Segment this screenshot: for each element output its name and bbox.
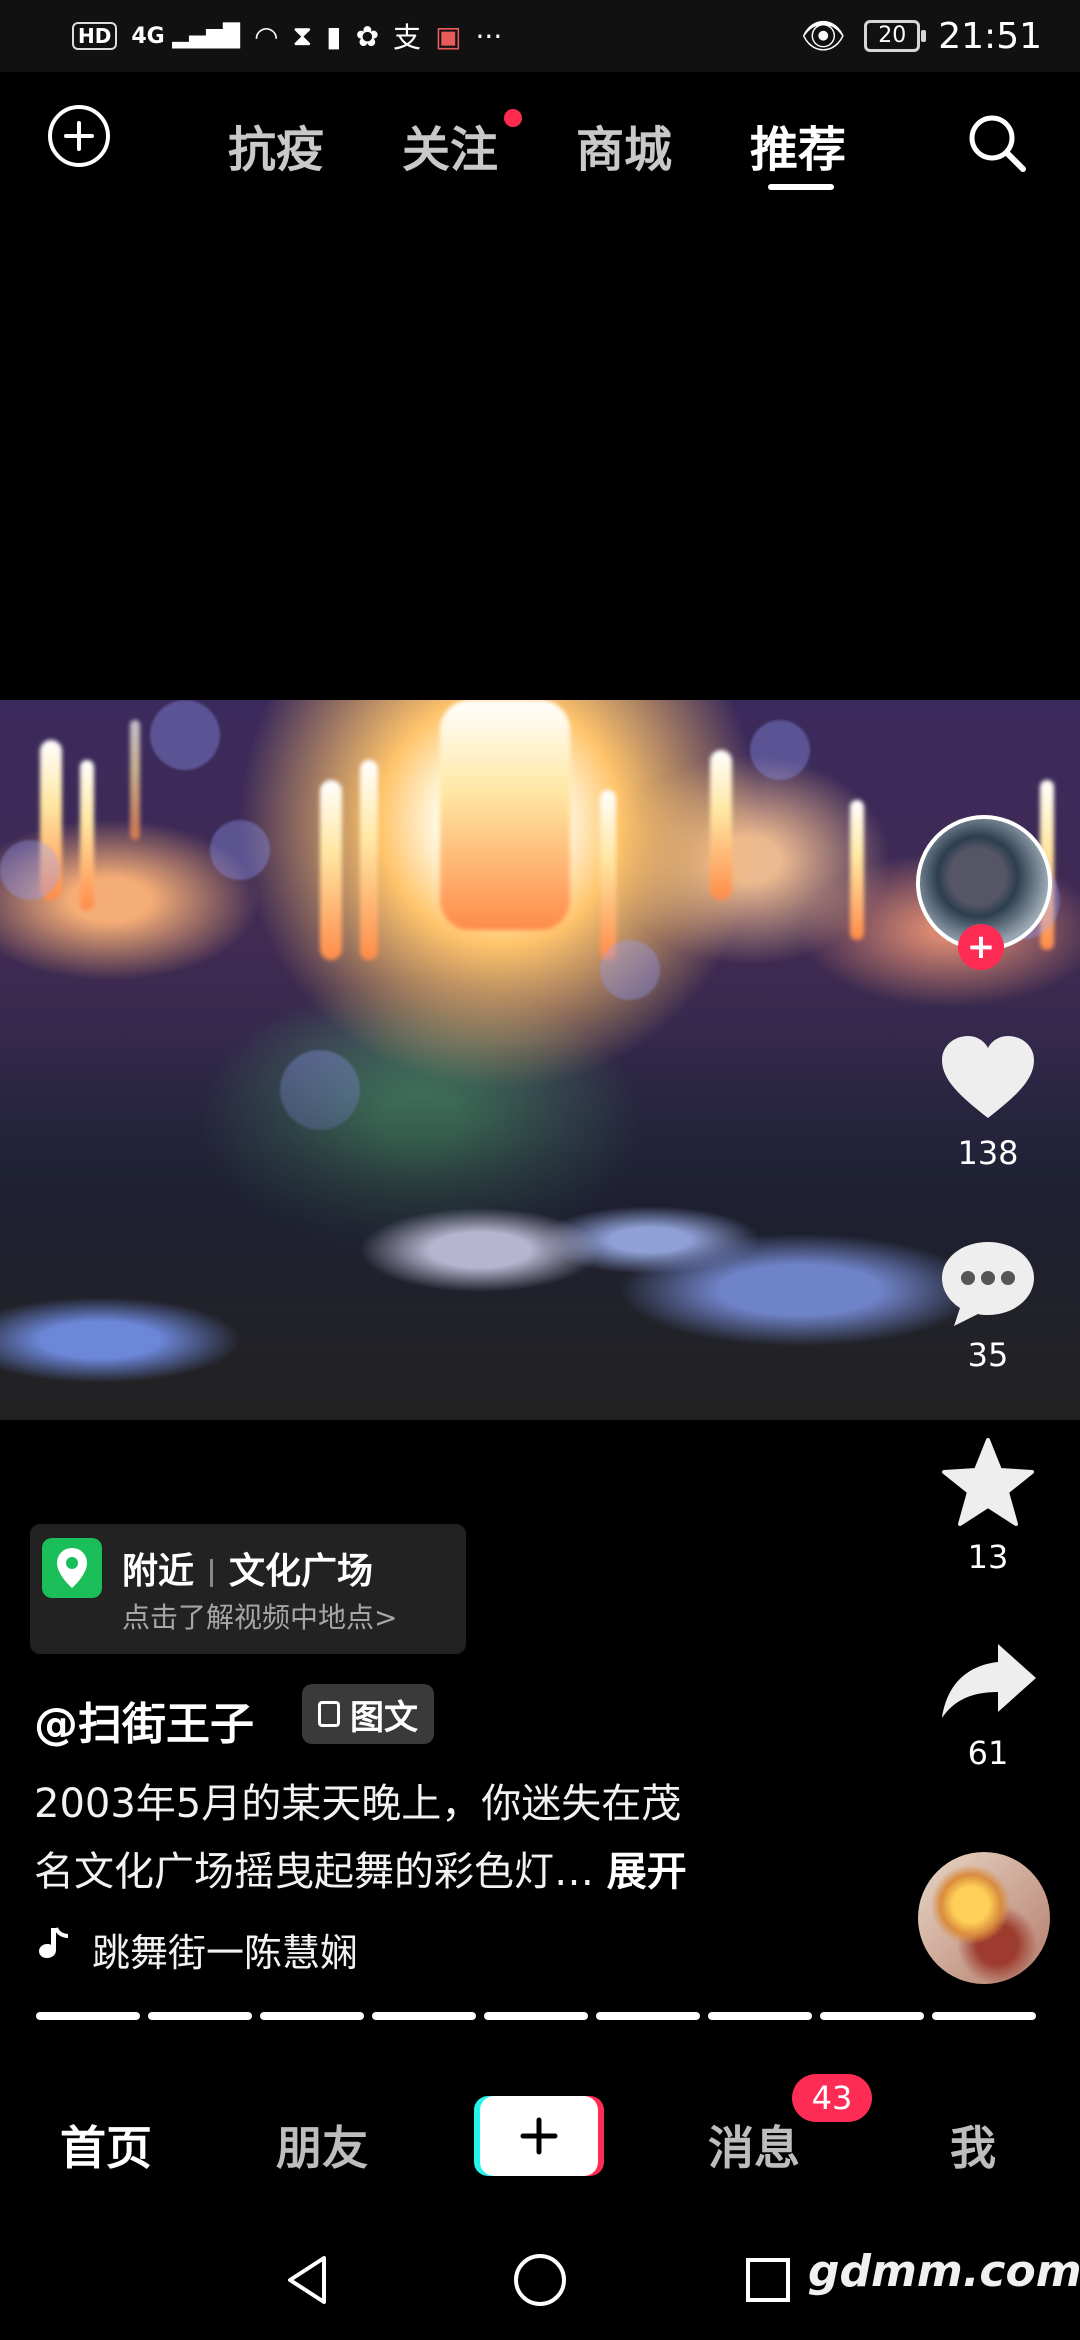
music-disc[interactable] [918, 1852, 1050, 1984]
progress-segment [260, 2012, 364, 2020]
favorite-star-icon[interactable] [942, 1436, 1034, 1528]
create-button[interactable] [480, 2096, 598, 2176]
caption-line-2: 名文化广场摇曳起舞的彩色灯… [34, 1849, 594, 1895]
progress-segment [820, 2012, 924, 2020]
battery-icon: 20 [864, 20, 927, 52]
search-icon[interactable] [964, 110, 1030, 176]
favorite-count: 13 [967, 1538, 1009, 1576]
add-circle-icon[interactable] [48, 105, 110, 167]
hd-icon: HD [72, 22, 118, 50]
progress-segment [596, 2012, 700, 2020]
comment-count: 35 [967, 1336, 1009, 1374]
post-type-badge: 图文 [302, 1684, 434, 1744]
progress-segment [484, 2012, 588, 2020]
gift-icon: ▣ [435, 19, 462, 53]
music-note-icon [34, 1924, 74, 1964]
status-right-icons: 👁 20 21:51 [801, 14, 1042, 58]
active-tab-indicator [768, 184, 834, 190]
tab-recommend[interactable]: 推荐 [750, 110, 846, 180]
tab-following[interactable]: 关注 [402, 110, 498, 180]
like-heart-icon[interactable] [940, 1036, 1036, 1120]
status-time: 21:51 [938, 15, 1042, 57]
progress-segment [148, 2012, 252, 2020]
post-type-label: 图文 [350, 1697, 418, 1738]
progress-segment [372, 2012, 476, 2020]
hourglass-icon: ⧗ [292, 19, 313, 52]
messages-badge: 43 [792, 2074, 872, 2122]
progress-segment [932, 2012, 1036, 2020]
follow-plus-button[interactable]: + [958, 924, 1004, 970]
recent-apps-icon[interactable] [740, 2250, 800, 2310]
post-caption[interactable]: 2003年5月的某天晚上，你迷失在茂 名文化广场摇曳起舞的彩色灯… 展开 [34, 1770, 774, 1906]
nav-messages[interactable]: 消息 [708, 2112, 800, 2178]
signal-4g-icon: 4G ▂▄▆█ [131, 23, 241, 49]
location-title: 附近 文化广场 [122, 1542, 373, 1594]
wifi-icon: ◠ [254, 19, 279, 53]
plus-icon [520, 2117, 558, 2155]
nav-home[interactable]: 首页 [60, 2112, 152, 2178]
nav-me[interactable]: 我 [950, 2112, 996, 2178]
eye-icon: 👁 [800, 16, 847, 57]
nav-friends[interactable]: 朋友 [276, 2112, 368, 2178]
back-icon[interactable] [278, 2250, 338, 2310]
following-dot-badge [504, 109, 522, 127]
expand-button[interactable]: 展开 [607, 1849, 687, 1895]
like-count: 138 [957, 1134, 1019, 1172]
battery-warning-icon: ▮ [326, 19, 342, 53]
progress-segment [36, 2012, 140, 2020]
image-text-icon [318, 1701, 340, 1727]
status-left-icons: HD 4G ▂▄▆█ ◠ ⧗ ▮ ✿ 支 ▣ ··· [72, 14, 502, 58]
home-circle-icon[interactable] [510, 2250, 570, 2310]
comment-bubble-icon[interactable] [938, 1238, 1038, 1328]
watermark: gdmm.com [808, 2246, 1080, 2297]
location-nearby: 附近 [122, 1551, 195, 1592]
more-icon: ··· [475, 19, 503, 53]
alipay-icon: 支 [393, 21, 422, 54]
caption-line-1: 2003年5月的某天晚上，你迷失在茂 [34, 1781, 682, 1827]
location-hint: 点击了解视频中地点> [122, 1601, 398, 1634]
share-arrow-icon[interactable] [938, 1640, 1038, 1720]
author-name[interactable]: @扫街王子 [34, 1688, 254, 1752]
location-place: 文化广场 [229, 1551, 374, 1592]
location-pin-icon [42, 1538, 102, 1598]
music-title[interactable]: 跳舞街一陈慧娴 [92, 1922, 358, 1977]
tab-mall[interactable]: 商城 [576, 110, 672, 180]
share-count: 61 [967, 1734, 1009, 1772]
progress-segment [708, 2012, 812, 2020]
app-icon: ✿ [355, 19, 380, 53]
location-card[interactable]: 附近 文化广场 点击了解视频中地点> [30, 1524, 466, 1654]
tab-kangyi[interactable]: 抗疫 [228, 110, 324, 180]
post-image[interactable] [0, 700, 1080, 1420]
image-progress-bar [36, 2012, 1036, 2020]
